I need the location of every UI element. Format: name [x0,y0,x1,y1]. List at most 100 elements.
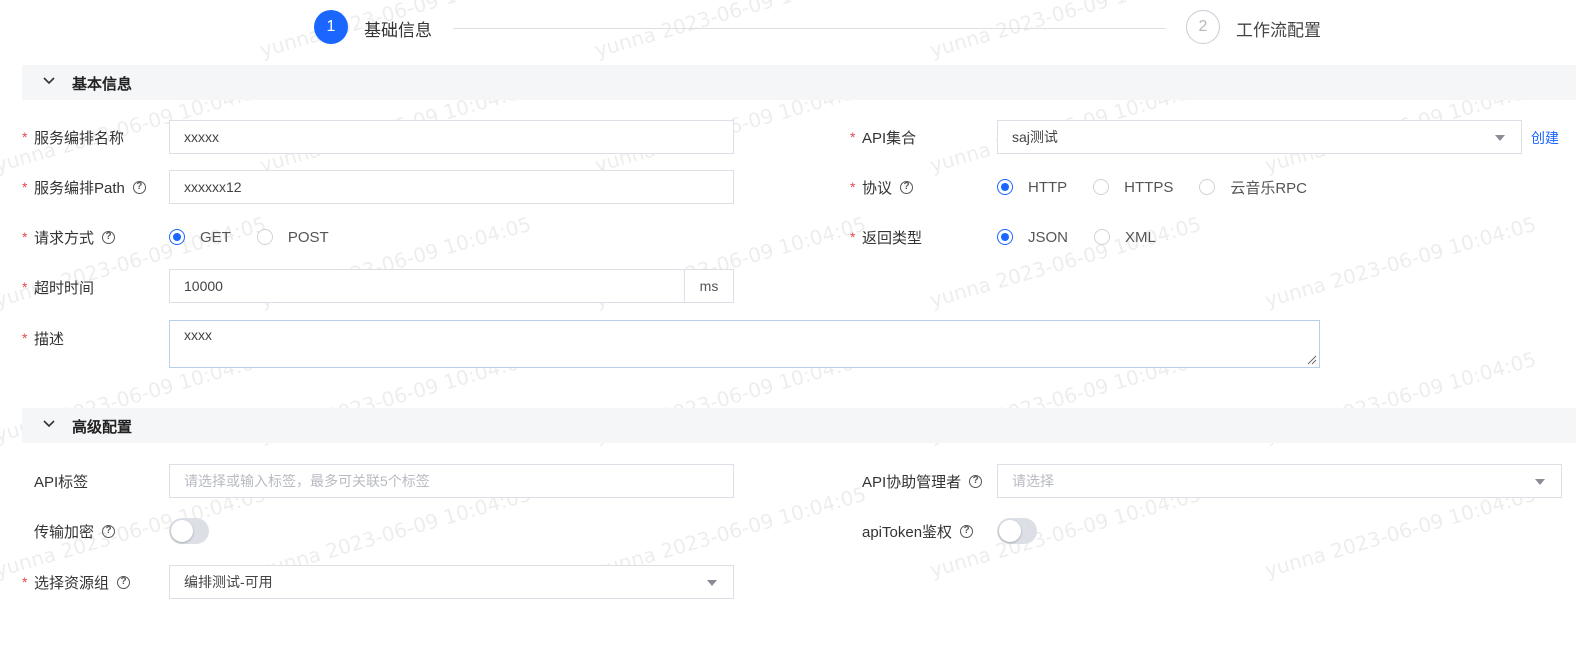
toggle-knob [171,520,193,542]
toggle-knob [999,520,1021,542]
resize-handle-icon[interactable] [1307,355,1317,365]
required-mark: * [22,229,28,245]
step-2-title[interactable]: 工作流配置 [1236,16,1321,41]
required-mark: * [22,129,28,145]
step-2-number: 2 [1198,18,1208,35]
required-mark: * [850,179,856,195]
step-1-title[interactable]: 基础信息 [364,16,432,41]
request-method-label: * 请求方式 ? [22,227,116,247]
radio-post[interactable]: POST [256,228,329,246]
help-icon[interactable]: ? [132,180,146,194]
api-collection-label: * API集合 [850,127,916,147]
section-title-advanced: 高级配置 [72,419,133,436]
service-path-label-text: 服务编排Path [34,179,125,197]
radio-dot [1094,229,1111,245]
required-mark: * [850,229,856,245]
help-icon[interactable]: ? [900,180,914,194]
service-name-input[interactable]: xxxxx [169,120,734,154]
help-icon[interactable]: ? [117,575,131,589]
radio-xml[interactable]: XML [1094,229,1156,246]
radio-get[interactable]: GET [169,229,231,246]
radio-http[interactable]: HTTP [997,179,1067,196]
service-path-input[interactable]: xxxxxx12 [169,170,734,204]
step-connector [453,28,1166,29]
required-mark: * [22,179,28,195]
description-label-text: 描述 [34,330,65,348]
api-tags-label: API标签 [22,471,88,491]
required-mark: * [22,330,28,346]
resource-group-value: 编排测试-可用 [184,574,273,590]
radio-label: GET [200,228,231,246]
section-header-basic[interactable]: 基本信息 [22,65,1576,100]
watermark: yunna 2023-06-09 10:04:05 [592,0,869,63]
timeout-label-text: 超时时间 [34,279,95,297]
api-tags-label-text: API标签 [34,473,89,491]
required-mark: * [22,279,28,295]
protocol-label-text: 协议 [862,179,893,197]
help-icon[interactable]: ? [969,474,983,488]
return-type-label: * 返回类型 [850,227,922,247]
step-1-number: 1 [326,18,336,35]
api-co-managers-label-text: API协助管理者 [862,473,962,491]
service-name-label-text: 服务编排名称 [34,129,125,147]
watermark: yunna 2023-06-09 10:04:05 [1262,211,1539,313]
radio-label: HTTPS [1124,178,1174,196]
protocol-label: * 协议 ? [850,177,914,197]
radio-dot [1093,179,1110,195]
section-header-advanced[interactable]: 高级配置 [22,408,1576,443]
return-type-label-text: 返回类型 [862,229,923,247]
timeout-input[interactable]: 10000 ms [169,269,734,303]
radio-https[interactable]: HTTPS [1093,179,1173,196]
service-path-label: * 服务编排Path ? [22,177,146,197]
watermark: yunna 2023-06-09 10:04:05 [927,0,1204,63]
radio-label: XML [1125,228,1156,246]
radio-label: JSON [1028,228,1069,246]
description-value: xxxx [184,327,212,343]
service-name-label: * 服务编排名称 [22,127,124,147]
transfer-encryption-label: 传输加密 ? [22,521,116,541]
timeout-unit: ms [684,270,733,302]
resource-group-select[interactable]: 编排测试-可用 [169,565,734,599]
api-collection-select[interactable]: saj测试 [997,120,1522,154]
step-1-indicator[interactable]: 1 [314,10,348,44]
api-collection-value: saj测试 [1012,129,1058,145]
resource-group-label: * 选择资源组 ? [22,572,131,592]
api-tags-placeholder: 请选择或输入标签，最多可关联5个标签 [184,473,430,489]
request-method-radio-group: GET POST [169,227,355,247]
step-2-indicator[interactable]: 2 [1186,10,1220,44]
radio-rpc[interactable]: 云音乐RPC [1199,177,1307,198]
service-path-value: xxxxxx12 [184,179,242,195]
caret-down-icon [707,580,717,586]
api-token-auth-label: apiToken鉴权 ? [862,521,974,541]
caret-down-icon [1535,479,1545,485]
api-co-managers-label: API协助管理者 ? [862,471,983,491]
api-co-managers-select[interactable]: 请选择 [997,464,1562,498]
request-method-label-text: 请求方式 [34,229,95,247]
chevron-down-icon [43,420,55,428]
help-icon[interactable]: ? [102,524,116,538]
api-tags-input[interactable]: 请选择或输入标签，最多可关联5个标签 [169,464,734,498]
protocol-radio-group: HTTP HTTPS 云音乐RPC [997,177,1333,197]
timeout-label: * 超时时间 [22,277,94,297]
radio-dot-selected [169,229,185,245]
caret-down-icon [1495,135,1505,141]
radio-label: POST [287,228,329,246]
radio-dot-selected [997,179,1013,195]
api-token-auth-toggle[interactable] [997,518,1037,544]
api-token-auth-label-text: apiToken鉴权 [862,523,953,541]
radio-label: 云音乐RPC [1230,179,1308,197]
return-type-radio-group: JSON XML [997,227,1182,247]
help-icon[interactable]: ? [960,524,974,538]
help-icon[interactable]: ? [102,230,116,244]
radio-dot-selected [997,229,1013,245]
create-collection-link[interactable]: 创建 [1531,128,1559,148]
required-mark: * [850,129,856,145]
timeout-value: 10000 [184,278,223,294]
transfer-encryption-toggle[interactable] [169,518,209,544]
description-label: * 描述 [22,328,64,348]
chevron-down-icon [43,77,55,85]
api-co-managers-placeholder: 请选择 [1012,473,1054,489]
radio-dot [1199,179,1216,195]
radio-json[interactable]: JSON [997,229,1068,246]
description-textarea[interactable]: xxxx [169,320,1320,368]
